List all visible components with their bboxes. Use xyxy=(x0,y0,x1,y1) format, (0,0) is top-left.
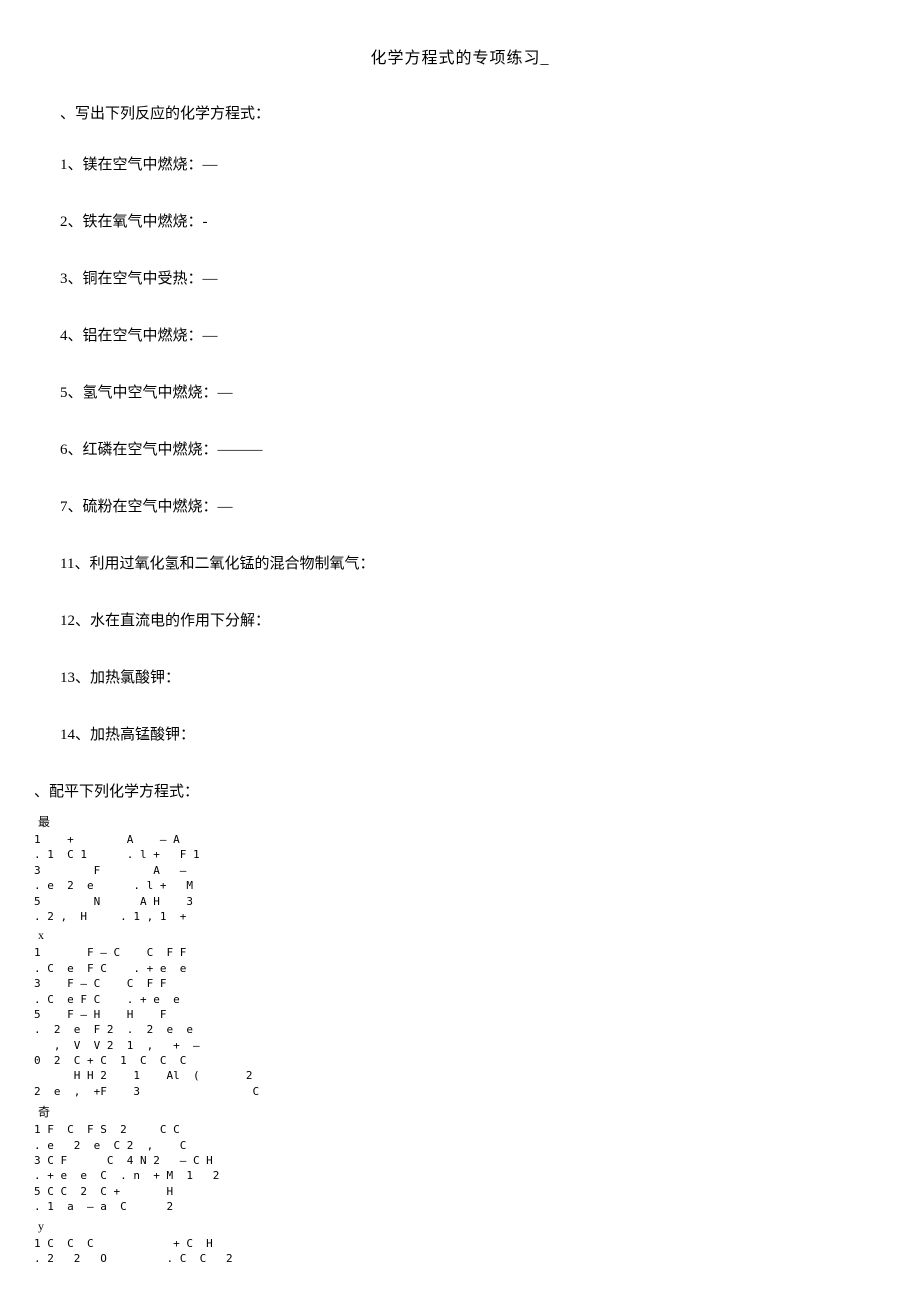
equation-block-2-line-5: 5 F – H H F xyxy=(34,1007,886,1022)
equation-block-3-line-2: . e 2 e C 2 , C xyxy=(34,1138,886,1153)
question-2: 2、铁在氧气中燃烧：- xyxy=(60,210,886,231)
equation-block-3-line-5: 5 C C 2 C + H xyxy=(34,1184,886,1199)
page-title: 化学方程式的专项练习_ xyxy=(34,44,886,68)
equation-block-2-line-3: 3 F – C C F F xyxy=(34,976,886,991)
sub-qi: 奇 xyxy=(38,1103,886,1120)
equation-block-2-line-8: 0 2 C + C 1 C C C xyxy=(34,1053,886,1068)
equation-block-1-line-6: . 2 , H . 1 , 1 + xyxy=(34,909,886,924)
equation-block-2-line-4: . C e F C . + e e xyxy=(34,992,886,1007)
question-14: 14、加热高锰酸钾： xyxy=(60,723,886,744)
question-12: 12、水在直流电的作用下分解： xyxy=(60,609,886,630)
section2-head: 、配平下列化学方程式： xyxy=(34,780,886,801)
equation-block-1-line-1: 1 + A – A xyxy=(34,832,886,847)
question-1: 1、镁在空气中燃烧：— xyxy=(60,153,886,174)
equation-block-2-line-6: . 2 e F 2 . 2 e e xyxy=(34,1022,886,1037)
equation-block-1-line-3: 3 F A — xyxy=(34,863,886,878)
equation-block-3-line-4: . + e e C . n + M 1 2 xyxy=(34,1168,886,1183)
sub-zui: 最 xyxy=(38,813,886,830)
section1-head: 、写出下列反应的化学方程式： xyxy=(60,102,886,123)
equation-block-3-line-1: 1 F C F S 2 C C xyxy=(34,1122,886,1137)
question-11: 11、利用过氧化氢和二氧化锰的混合物制氧气： xyxy=(60,552,886,573)
equation-block-3-line-6: . 1 a – a C 2 xyxy=(34,1199,886,1214)
question-5: 5、氢气中空气中燃烧：— xyxy=(60,381,886,402)
question-3: 3、铜在空气中受热：— xyxy=(60,267,886,288)
equation-block-1-line-5: 5 N A H 3 xyxy=(34,894,886,909)
equation-block-2-line-2: . C e F C . + e e xyxy=(34,961,886,976)
sub-xi: y xyxy=(38,1219,886,1234)
sub-x: x xyxy=(38,928,886,943)
equation-block-3-line-3: 3 C F C 4 N 2 – C H xyxy=(34,1153,886,1168)
equation-block-2-line-1: 1 F – C C F F xyxy=(34,945,886,960)
equation-block-1-line-4: . e 2 e . l + M xyxy=(34,878,886,893)
question-13: 13、加热氯酸钾： xyxy=(60,666,886,687)
question-4: 4、铝在空气中燃烧：— xyxy=(60,324,886,345)
equation-block-2-line-10: 2 e , +F 3 C xyxy=(34,1084,886,1099)
question-7: 7、硫粉在空气中燃烧：— xyxy=(60,495,886,516)
equation-block-2-line-7: , V V 2 1 , + – xyxy=(34,1038,886,1053)
equation-block-2-line-9: H H 2 1 Al ( 2 xyxy=(34,1068,886,1083)
equation-block-1-line-2: . 1 C 1 . l + F 1 xyxy=(34,847,886,862)
equation-block-4-line-2: . 2 2 O . C C 2 xyxy=(34,1251,886,1266)
question-6: 6、红磷在空气中燃烧：——— xyxy=(60,438,886,459)
equation-block-4-line-1: 1 C C C + C H xyxy=(34,1236,886,1251)
